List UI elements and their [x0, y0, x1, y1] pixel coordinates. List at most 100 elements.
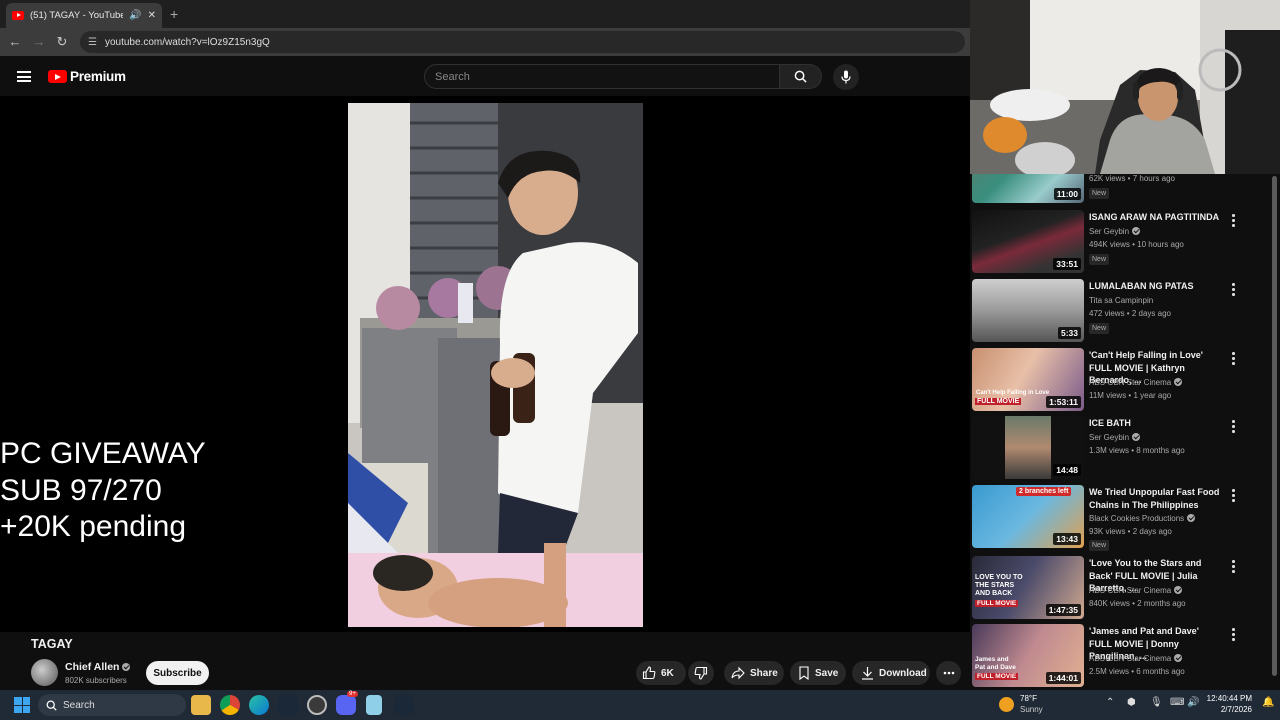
video-title[interactable]: LUMALABAN NG PATAS: [1089, 280, 1224, 293]
taskbar-search-box[interactable]: Search: [38, 694, 186, 716]
youtube-premium-logo[interactable]: Premium: [48, 69, 126, 84]
list-item[interactable]: James and Pat and Dave FULL MOVIE 1:44:0…: [970, 624, 1270, 690]
video-thumbnail[interactable]: 33:51: [972, 210, 1084, 273]
chrome-icon[interactable]: [220, 695, 240, 715]
windows-taskbar: Search 9+: [0, 690, 1280, 720]
chevron-up-icon[interactable]: ⌃: [1106, 697, 1114, 708]
tab-title: (51) TAGAY - YouTube: [30, 10, 124, 21]
scrollbar-thumb[interactable]: [1272, 176, 1277, 676]
video-thumbnail[interactable]: LOVE YOU TO THE STARS AND BACK FULL MOVI…: [972, 556, 1084, 619]
duration-badge: 11:00: [1053, 188, 1081, 200]
edge-icon[interactable]: [249, 695, 269, 715]
duration-badge: 14:48: [1053, 464, 1081, 476]
more-actions-button[interactable]: [936, 661, 961, 685]
video-meta: 93K views • 2 days ago: [1089, 527, 1172, 536]
site-info-icon[interactable]: ☰: [88, 37, 97, 48]
download-button[interactable]: Download: [852, 661, 930, 685]
voice-search-button[interactable]: [833, 64, 859, 90]
subscribe-button[interactable]: Subscribe: [146, 661, 209, 685]
channel-name[interactable]: ABS-CBN Star Cinema: [1089, 654, 1183, 663]
video-title[interactable]: ISANG ARAW NA PAGTITINDA: [1089, 211, 1224, 224]
channel-name-text: Chief Allen: [65, 661, 120, 673]
list-item[interactable]: 5:33 LUMALABAN NG PATAS Tita sa Campinpi…: [970, 279, 1270, 345]
verified-icon: [1174, 378, 1183, 386]
search-button[interactable]: [780, 64, 822, 89]
share-button[interactable]: Share: [724, 661, 784, 685]
tab-audio-icon[interactable]: 🔊: [129, 10, 141, 21]
search-input[interactable]: [424, 64, 781, 89]
hamburger-menu-icon[interactable]: [17, 71, 31, 82]
save-button[interactable]: Save: [790, 661, 846, 685]
duration-badge: 1:44:01: [1045, 672, 1081, 684]
steam-icon[interactable]: [278, 695, 298, 715]
video-thumbnail[interactable]: 11:00: [972, 174, 1084, 203]
more-vert-icon[interactable]: [1232, 560, 1235, 575]
video-thumbnail[interactable]: 14:48: [972, 416, 1084, 479]
video-thumbnail[interactable]: 2 branches left 13:43: [972, 485, 1084, 548]
channel-name-text: Ser Geybin: [1089, 227, 1130, 236]
network-icon[interactable]: ⌨: [1170, 697, 1184, 708]
video-meta: 840K views • 2 months ago: [1089, 599, 1186, 608]
notepad-icon[interactable]: [366, 695, 382, 715]
notifications-icon[interactable]: 🔔: [1262, 697, 1274, 708]
browser-tab[interactable]: (51) TAGAY - YouTube 🔊 ✕: [6, 3, 162, 28]
file-explorer-icon[interactable]: [191, 695, 211, 715]
channel-name[interactable]: Chief Allen: [65, 661, 131, 673]
list-item[interactable]: 11:00 62K views • 7 hours ago New: [970, 174, 1270, 206]
video-title: TAGAY: [31, 637, 73, 651]
new-badge: New: [1089, 254, 1110, 265]
list-item[interactable]: LOVE YOU TO THE STARS AND BACK FULL MOVI…: [970, 556, 1270, 622]
list-item[interactable]: 33:51 ISANG ARAW NA PAGTITINDA Ser Geybi…: [970, 210, 1270, 276]
reload-icon[interactable]: ↻: [54, 34, 70, 50]
verified-icon: [1174, 654, 1183, 662]
more-vert-icon[interactable]: [1232, 214, 1235, 229]
browser-tab-bar: (51) TAGAY - YouTube 🔊 ✕ +: [0, 0, 970, 28]
weather-sun-icon[interactable]: [999, 697, 1014, 712]
channel-name[interactable]: Black Cookies Productions: [1089, 514, 1196, 523]
tray-app-icon[interactable]: ⬢: [1127, 697, 1136, 708]
address-bar[interactable]: ☰ youtube.com/watch?v=lOz9Z15n3gQ: [80, 31, 965, 53]
video-thumbnail[interactable]: Can't Help Falling in Love FULL MOVIE 1:…: [972, 348, 1084, 411]
download-icon: [862, 667, 873, 680]
tab-close-icon[interactable]: ✕: [148, 10, 156, 21]
channel-name[interactable]: Ser Geybin: [1089, 433, 1141, 442]
channel-name[interactable]: ABS-CBN Star Cinema: [1089, 586, 1183, 595]
video-scene-image: [348, 103, 643, 627]
video-title[interactable]: We Tried Unpopular Fast Food Chains in T…: [1089, 486, 1224, 511]
more-vert-icon[interactable]: [1232, 628, 1235, 643]
list-item[interactable]: Can't Help Falling in Love FULL MOVIE 1:…: [970, 348, 1270, 414]
more-vert-icon[interactable]: [1232, 489, 1235, 504]
video-title[interactable]: ICE BATH: [1089, 417, 1224, 430]
video-thumbnail[interactable]: 5:33: [972, 279, 1084, 342]
download-label: Download: [879, 667, 927, 679]
taskbar-clock-time[interactable]: 12:40:44 PM: [1206, 694, 1252, 703]
channel-name[interactable]: Ser Geybin: [1089, 227, 1141, 236]
dislike-button[interactable]: [688, 661, 714, 685]
steam-icon[interactable]: [394, 695, 414, 715]
list-item[interactable]: 2 branches left 13:43 We Tried Unpopular…: [970, 485, 1270, 551]
discord-icon[interactable]: 9+: [336, 691, 358, 715]
video-thumbnail[interactable]: James and Pat and Dave FULL MOVIE 1:44:0…: [972, 624, 1084, 687]
new-tab-button[interactable]: +: [170, 6, 178, 22]
back-icon[interactable]: ←: [7, 34, 23, 49]
search-icon: [794, 70, 807, 83]
webcam-image: [970, 0, 1280, 174]
channel-name[interactable]: ABS-CBN Star Cinema: [1089, 378, 1183, 387]
more-vert-icon[interactable]: [1232, 420, 1235, 435]
logo-text: Premium: [70, 69, 126, 84]
like-button[interactable]: 6K: [636, 661, 686, 685]
forward-icon[interactable]: →: [31, 34, 47, 49]
obs-icon[interactable]: [307, 695, 327, 715]
more-vert-icon[interactable]: [1232, 352, 1235, 367]
taskbar-clock-date[interactable]: 2/7/2026: [1206, 705, 1252, 714]
windows-start-icon[interactable]: [14, 697, 30, 713]
channel-avatar[interactable]: [31, 659, 58, 686]
video-frame[interactable]: [348, 103, 643, 627]
microphone-icon[interactable]: 🎙: [1150, 697, 1163, 708]
volume-icon[interactable]: 🔊: [1187, 697, 1199, 708]
channel-name-text: Ser Geybin: [1089, 433, 1130, 442]
duration-badge: 5:33: [1057, 327, 1081, 339]
list-item[interactable]: 14:48 ICE BATH Ser Geybin 1.3M views • 8…: [970, 416, 1270, 482]
more-vert-icon[interactable]: [1232, 283, 1235, 298]
channel-name[interactable]: Tita sa Campinpin: [1089, 296, 1153, 305]
